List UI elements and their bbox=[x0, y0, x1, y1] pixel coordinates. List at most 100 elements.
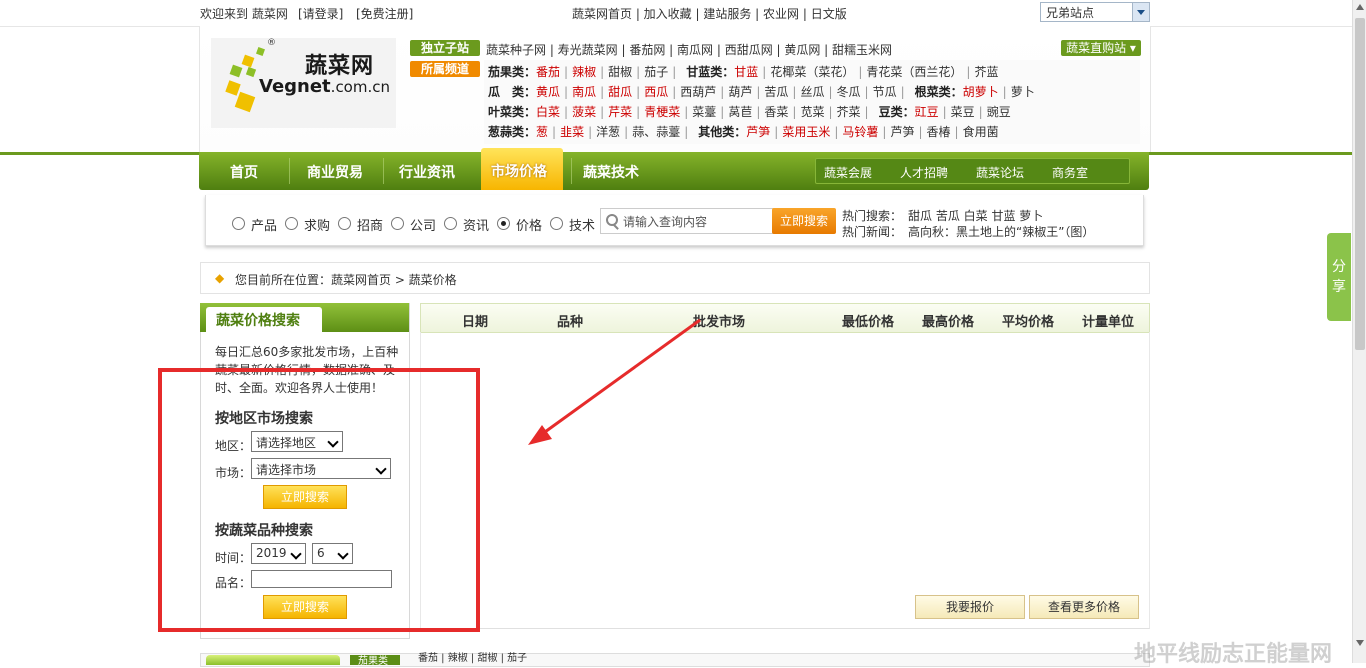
category-link[interactable]: 白菜 bbox=[536, 105, 560, 119]
bottom-category-tab[interactable]: 茄果类 bbox=[350, 655, 400, 667]
top-links[interactable]: 蔬菜网首页 | 加入收藏 | 建站服务 | 农业网 | 日文版 bbox=[572, 5, 847, 22]
link-separator: | bbox=[672, 65, 677, 79]
bottom-tab-label: 茄果类 bbox=[358, 656, 388, 667]
category-link[interactable]: 茄子 bbox=[644, 65, 668, 79]
direct-purchase-button[interactable]: 蔬菜直购站 ▾ bbox=[1061, 40, 1141, 56]
link-separator: | bbox=[684, 105, 689, 119]
category-link[interactable]: 葱 bbox=[536, 125, 548, 139]
link-separator: | bbox=[792, 105, 797, 119]
search-button[interactable]: 立即搜索 bbox=[772, 208, 836, 234]
link-separator: | bbox=[672, 85, 677, 99]
category-link[interactable]: 辣椒 bbox=[572, 65, 596, 79]
radio-investment[interactable] bbox=[338, 217, 351, 230]
logo-en-text: Vegnet.com.cn bbox=[259, 76, 390, 97]
radio-product[interactable] bbox=[232, 217, 245, 230]
category-link[interactable]: 韭菜 bbox=[560, 125, 584, 139]
category-link[interactable]: 芥菜 bbox=[837, 105, 861, 119]
category-link[interactable]: 菜薹 bbox=[692, 105, 716, 119]
scroll-up-icon[interactable] bbox=[1356, 4, 1364, 10]
link-separator: | bbox=[954, 125, 959, 139]
category-link[interactable]: 甘蓝 bbox=[734, 65, 758, 79]
category-link[interactable]: 青花菜（西兰花） bbox=[866, 65, 962, 79]
category-link[interactable]: 葫芦 bbox=[728, 85, 752, 99]
category-link[interactable]: 菜用玉米 bbox=[782, 125, 830, 139]
category-link[interactable]: 芹菜 bbox=[608, 105, 632, 119]
nav-market-price-active[interactable]: 市场价格 bbox=[481, 148, 563, 190]
login-link[interactable]: [请登录] bbox=[298, 5, 343, 22]
share-widget[interactable]: 分享 bbox=[1327, 233, 1351, 321]
category-link[interactable]: 萝卜 bbox=[1011, 85, 1035, 99]
register-link[interactable]: [免费注册] bbox=[356, 5, 413, 22]
scroll-down-icon[interactable] bbox=[1356, 640, 1364, 646]
nav-trade[interactable]: 商业贸易 bbox=[307, 162, 363, 182]
nav-tech[interactable]: 蔬菜技术 bbox=[583, 162, 639, 182]
category-link[interactable]: 马铃薯 bbox=[842, 125, 878, 139]
category-link[interactable]: 芥蓝 bbox=[974, 65, 998, 79]
nav-separator bbox=[383, 158, 384, 184]
category-link[interactable]: 花椰菜（菜花） bbox=[770, 65, 854, 79]
category-link[interactable]: 芦笋 bbox=[890, 125, 914, 139]
link-separator: | bbox=[864, 85, 869, 99]
category-link[interactable]: 西葫芦 bbox=[680, 85, 716, 99]
category-link[interactable]: 芦笋 bbox=[746, 125, 770, 139]
radio-company[interactable] bbox=[391, 217, 404, 230]
category-link[interactable]: 菠菜 bbox=[572, 105, 596, 119]
hot-news-link[interactable]: 高向秋：黑土地上的“辣椒王”（图） bbox=[908, 223, 1094, 240]
category-link[interactable]: 青梗菜 bbox=[644, 105, 680, 119]
breadcrumb-text[interactable]: 您目前所在位置：蔬菜网首页 > 蔬菜价格 bbox=[235, 271, 457, 288]
scroll-thumb[interactable] bbox=[1355, 18, 1365, 350]
radio-price[interactable] bbox=[497, 217, 510, 230]
category-label: 甘蓝类： bbox=[686, 65, 735, 79]
radio-tech[interactable] bbox=[550, 217, 563, 230]
category-link[interactable]: 蒜、蒜薹 bbox=[632, 125, 680, 139]
annotation-highlight-box bbox=[158, 368, 480, 632]
independent-sites-links[interactable]: 蔬菜种子网 | 寿光蔬菜网 | 番茄网 | 南瓜网 | 西甜瓜网 | 黄瓜网 |… bbox=[486, 41, 892, 58]
radio-label: 产品 bbox=[251, 219, 278, 234]
category-link[interactable]: 南瓜 bbox=[572, 85, 596, 99]
category-link[interactable]: 黄瓜 bbox=[536, 85, 560, 99]
subnav-jobs[interactable]: 人才招聘 bbox=[900, 164, 948, 181]
category-link[interactable]: 香椿 bbox=[927, 125, 951, 139]
more-prices-button[interactable]: 查看更多价格 bbox=[1029, 595, 1139, 619]
link-separator: | bbox=[636, 105, 641, 119]
category-link[interactable]: 苋菜 bbox=[800, 105, 824, 119]
category-link[interactable]: 香菜 bbox=[764, 105, 788, 119]
category-link[interactable]: 丝瓜 bbox=[800, 85, 824, 99]
category-link[interactable]: 洋葱 bbox=[596, 125, 620, 139]
link-separator: | bbox=[564, 65, 569, 79]
search-input[interactable]: 请输入查询内容 bbox=[600, 208, 774, 234]
nav-news[interactable]: 行业资讯 bbox=[399, 162, 455, 182]
category-link[interactable]: 莴苣 bbox=[728, 105, 752, 119]
category-link[interactable]: 豌豆 bbox=[987, 105, 1011, 119]
link-separator: | bbox=[918, 125, 923, 139]
category-row-3: 叶菜类：白菜 | 菠菜 | 芹菜 | 青梗菜 | 菜薹 | 莴苣 | 香菜 | 苋菜 | 芥菜 | 豆类：豇豆 | 菜豆… bbox=[488, 103, 1011, 120]
category-link[interactable]: 苦瓜 bbox=[764, 85, 788, 99]
nav-home[interactable]: 首页 bbox=[230, 162, 258, 182]
category-link[interactable]: 食用菌 bbox=[963, 125, 999, 139]
search-icon bbox=[606, 214, 618, 226]
radio-purchase[interactable] bbox=[285, 217, 298, 230]
category-link[interactable]: 豇豆 bbox=[915, 105, 939, 119]
category-link[interactable]: 节瓜 bbox=[873, 85, 897, 99]
radio-news[interactable] bbox=[444, 217, 457, 230]
breadcrumb: ◆ 您目前所在位置：蔬菜网首页 > 蔬菜价格 bbox=[200, 262, 1150, 294]
hot-search-links[interactable]: 甜瓜 苦瓜 白菜 甘蓝 萝卜 bbox=[908, 207, 1043, 224]
category-link[interactable]: 番茄 bbox=[536, 65, 560, 79]
category-link[interactable]: 菜豆 bbox=[951, 105, 975, 119]
brother-sites-select[interactable]: 兄弟站点 bbox=[1040, 2, 1150, 22]
quote-button[interactable]: 我要报价 bbox=[915, 595, 1025, 619]
category-link[interactable]: 甜瓜 bbox=[608, 85, 632, 99]
link-separator: | bbox=[774, 125, 779, 139]
category-link[interactable]: 甜椒 bbox=[608, 65, 632, 79]
page-scrollbar[interactable] bbox=[1352, 0, 1366, 663]
category-link[interactable]: 胡萝卜 bbox=[963, 85, 999, 99]
category-link[interactable]: 冬瓜 bbox=[837, 85, 861, 99]
category-link[interactable]: 西瓜 bbox=[644, 85, 668, 99]
radio-label: 资讯 bbox=[463, 219, 490, 234]
category-label: 葱蒜类： bbox=[488, 125, 537, 139]
subnav-forum[interactable]: 蔬菜论坛 bbox=[976, 164, 1024, 181]
subnav-expo[interactable]: 蔬菜会展 bbox=[824, 164, 872, 181]
site-logo[interactable]: ® 蔬菜网 Vegnet.com.cn bbox=[211, 38, 396, 128]
subnav-business[interactable]: 商务室 bbox=[1052, 164, 1088, 181]
logo-en-main: Vegnet bbox=[259, 76, 331, 97]
